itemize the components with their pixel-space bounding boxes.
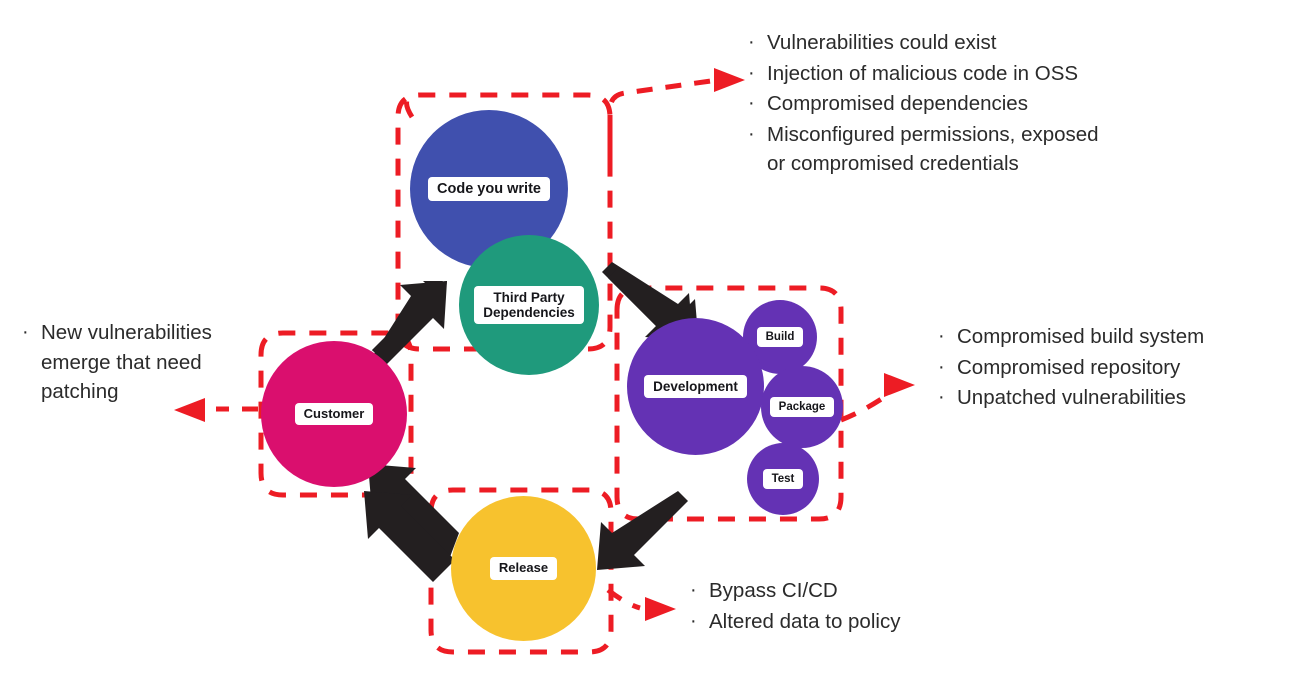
- bullet-text: Vulnerabilities could exist: [767, 31, 997, 54]
- bullet-text: Bypass CI/CD: [709, 579, 838, 602]
- list-item: · Compromised dependencies: [748, 89, 1228, 119]
- stage-node-third-party-dependencies[interactable]: Third Party Dependencies: [459, 235, 599, 375]
- callout-arrow-development-risks: [840, 373, 915, 423]
- bullet-text: Unpatched vulnerabilities: [957, 386, 1187, 410]
- callout-arrow-release-risks: [606, 588, 676, 621]
- callout-arrow-source-risks: [607, 68, 745, 160]
- bullet-text: Misconfigured permissions, exposed or co…: [767, 122, 1099, 176]
- callout-development-risks: · Compromised build system · Compromised…: [938, 322, 1278, 414]
- bullet-glyph: ·: [938, 325, 945, 347]
- list-item: · Bypass CI/CD: [690, 576, 1020, 606]
- flow-arrow-release-to-customer: [364, 464, 459, 582]
- list-item: · Vulnerabilities could exist: [748, 28, 1228, 58]
- stage-node-test[interactable]: Test: [747, 443, 819, 515]
- bullet-glyph: ·: [690, 609, 697, 632]
- bullet-text: New vulnerabilities emerge that need pat…: [41, 321, 212, 404]
- stage-label-code-you-write: Code you write: [428, 176, 550, 202]
- bullet-glyph: ·: [748, 61, 755, 84]
- bullet-text: Compromised repository: [957, 355, 1181, 379]
- bullet-text: Compromised build system: [957, 325, 1205, 348]
- list-item: · Compromised build system: [938, 322, 1278, 352]
- stage-label-test: Test: [762, 468, 804, 490]
- bullet-text: Altered data to policy: [709, 609, 901, 633]
- diagram-canvas: Code you write Third Party Dependencies …: [0, 0, 1294, 698]
- stage-node-customer[interactable]: Customer: [261, 341, 407, 487]
- stage-label-customer: Customer: [294, 402, 374, 426]
- stage-node-package[interactable]: Package: [761, 366, 843, 448]
- bullet-glyph: ·: [938, 386, 945, 409]
- bullet-glyph: ·: [938, 355, 945, 378]
- list-item: · Injection of malicious code in OSS: [748, 59, 1228, 89]
- bullet-text: Injection of malicious code in OSS: [767, 61, 1079, 85]
- bullet-text: Compromised dependencies: [767, 92, 1028, 116]
- list-item: · Altered data to policy: [690, 607, 1020, 637]
- bullet-glyph: ·: [690, 579, 697, 601]
- list-item: · Misconfigured permissions, exposed or …: [748, 120, 1228, 179]
- list-item: · Compromised repository: [938, 353, 1278, 383]
- callout-customer-risks: · New vulnerabilities emerge that need p…: [22, 318, 272, 408]
- bullet-glyph: ·: [748, 122, 755, 145]
- list-item: · Unpatched vulnerabilities: [938, 383, 1278, 413]
- stage-label-development: Development: [644, 374, 747, 399]
- callout-source-risks: · Vulnerabilities could exist · Injectio…: [748, 28, 1228, 180]
- stage-label-third-party-dependencies: Third Party Dependencies: [474, 285, 584, 325]
- stage-label-package: Package: [769, 396, 835, 418]
- bullet-glyph: ·: [748, 31, 755, 53]
- bullet-glyph: ·: [748, 92, 755, 115]
- flow-arrow-development-to-release: [597, 491, 688, 570]
- callout-release-risks: · Bypass CI/CD · Altered data to policy: [690, 576, 1020, 637]
- bullet-glyph: ·: [22, 321, 29, 343]
- list-item: · New vulnerabilities emerge that need p…: [22, 318, 272, 407]
- stage-node-development[interactable]: Development: [627, 318, 764, 455]
- stage-node-release[interactable]: Release: [451, 496, 596, 641]
- stage-label-build: Build: [756, 326, 804, 348]
- stage-label-release: Release: [489, 557, 558, 580]
